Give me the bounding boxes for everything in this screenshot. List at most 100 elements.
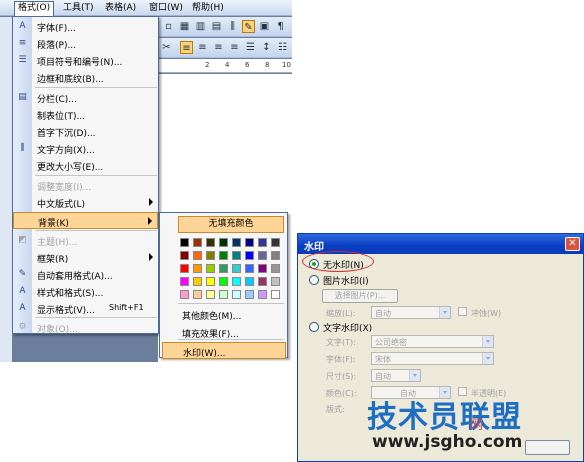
scale-select[interactable]: 自动	[371, 306, 451, 319]
color-swatch[interactable]	[245, 238, 254, 247]
format-menu-item[interactable]: A 显示格式(V)... Shift+F1	[13, 300, 158, 317]
select-picture-button[interactable]: 选择图片(P)...	[322, 289, 398, 303]
menu-table[interactable]: 表格(A)	[102, 2, 139, 15]
format-painter-icon[interactable]: ✂	[160, 41, 173, 54]
color-swatch[interactable]	[193, 238, 202, 247]
color-swatch[interactable]	[245, 277, 254, 286]
radio-picture-watermark[interactable]	[309, 275, 319, 285]
color-swatch[interactable]	[271, 277, 280, 286]
color-swatch[interactable]	[258, 238, 267, 247]
color-swatch[interactable]	[271, 238, 280, 247]
distributed-icon[interactable]: ☰	[244, 41, 257, 54]
text-direction-icon[interactable]: ⫼	[226, 20, 239, 33]
color-swatch[interactable]	[206, 238, 215, 247]
insert-icon[interactable]: ▫	[162, 20, 175, 33]
line-spacing-icon[interactable]: ↕	[260, 41, 273, 54]
size-select[interactable]: 自动	[371, 369, 421, 382]
chevron-down-icon[interactable]	[409, 370, 420, 381]
color-swatch[interactable]	[232, 264, 241, 273]
color-swatch[interactable]	[219, 264, 228, 273]
color-swatch[interactable]	[258, 251, 267, 260]
document-map-icon[interactable]: ▣	[258, 20, 271, 33]
color-swatch[interactable]	[232, 238, 241, 247]
radio-text-watermark[interactable]	[309, 322, 319, 332]
background-submenu-item[interactable]: 水印(W)...	[162, 342, 286, 359]
chevron-down-icon[interactable]	[482, 336, 493, 347]
format-menu-item-label: 字体(F)...	[37, 24, 76, 34]
color-swatch[interactable]	[271, 290, 280, 299]
color-swatch[interactable]	[245, 290, 254, 299]
horizontal-ruler[interactable]: 2 4 6 8 10	[158, 59, 292, 73]
drawing-icon[interactable]: ✎	[242, 20, 255, 33]
color-swatch[interactable]	[219, 277, 228, 286]
menu-window[interactable]: 窗口(W)	[146, 2, 186, 15]
color-swatch[interactable]	[206, 251, 215, 260]
align-left-icon[interactable]: ≡	[180, 41, 193, 54]
color-swatch[interactable]	[180, 277, 189, 286]
text-select[interactable]: 公司绝密	[371, 335, 494, 348]
numbering-icon[interactable]: ☷	[276, 41, 289, 54]
color-swatch[interactable]	[219, 238, 228, 247]
format-menu-item[interactable]: 更改大小写(E)...	[13, 157, 158, 174]
format-menu-item-label: 显示格式(V)...	[37, 306, 95, 316]
color-swatch[interactable]	[180, 264, 189, 273]
chevron-down-icon[interactable]	[482, 353, 493, 364]
color-swatch[interactable]	[271, 264, 280, 273]
format-menu-item[interactable]: A 样式和格式(S)...	[13, 283, 158, 300]
background-submenu-item[interactable]: 其他颜色(M)...	[162, 306, 286, 323]
washout-checkbox[interactable]	[458, 307, 467, 316]
color-swatch[interactable]	[193, 290, 202, 299]
color-swatch[interactable]	[219, 290, 228, 299]
close-icon[interactable]: ✕	[565, 237, 580, 251]
menu-format[interactable]: 格式(O)	[14, 1, 55, 16]
menu-tools[interactable]: 工具(T)	[60, 2, 97, 15]
chevron-down-icon[interactable]	[439, 307, 450, 318]
menu-help[interactable]: 帮助(H)	[189, 2, 227, 15]
format-menu-item[interactable]: A 字体(F)...	[13, 18, 158, 35]
color-swatch[interactable]	[258, 264, 267, 273]
color-swatch[interactable]	[232, 251, 241, 260]
color-swatch[interactable]	[245, 264, 254, 273]
color-swatch[interactable]	[258, 277, 267, 286]
table-icon[interactable]: ▦	[178, 20, 191, 33]
format-menu-item[interactable]: ☰ 项目符号和编号(N)...	[13, 52, 158, 69]
format-menu-item[interactable]: 首字下沉(D)...	[13, 123, 158, 140]
color-swatch[interactable]	[232, 290, 241, 299]
format-menu-item[interactable]: 制表位(T)...	[13, 106, 158, 123]
columns-icon[interactable]: ▤	[210, 20, 223, 33]
color-swatch[interactable]	[180, 238, 189, 247]
no-fill-color-button[interactable]: 无填充颜色	[178, 216, 284, 233]
format-menu-item[interactable]: ✎ 自动套用格式(A)...	[13, 266, 158, 283]
spreadsheet-icon[interactable]: ▥	[194, 20, 207, 33]
format-menu-item-label: 背景(K)	[38, 219, 69, 229]
ok-button[interactable]	[525, 440, 570, 455]
format-menu-item[interactable]: ▤ 分栏(C)...	[13, 89, 158, 106]
align-right-icon[interactable]: ≡	[212, 41, 225, 54]
color-swatch[interactable]	[258, 290, 267, 299]
color-swatch[interactable]	[271, 251, 280, 260]
format-menu-item[interactable]: 中文版式(L)	[13, 194, 158, 211]
color-swatch[interactable]	[206, 264, 215, 273]
color-swatch[interactable]	[180, 251, 189, 260]
show-marks-icon[interactable]: ¶	[274, 20, 287, 33]
format-menu-item[interactable]: 背景(K)	[13, 212, 158, 229]
color-swatch[interactable]	[180, 290, 189, 299]
bullets-icon: ☰	[18, 55, 27, 65]
color-swatch[interactable]	[206, 290, 215, 299]
format-menu-item[interactable]: 框架(R)	[13, 249, 158, 266]
menu-separator	[178, 303, 284, 304]
font-select[interactable]: 宋体	[371, 352, 494, 365]
format-menu-item[interactable]: ⫼ 文字方向(X)...	[13, 140, 158, 157]
format-menu-item[interactable]: ≡ 段落(P)...	[13, 35, 158, 52]
format-menu-item[interactable]: 边框和底纹(B)...	[13, 69, 158, 86]
color-swatch[interactable]	[206, 277, 215, 286]
color-swatch[interactable]	[232, 277, 241, 286]
color-label: 颜色(C):	[326, 389, 357, 398]
color-swatch[interactable]	[193, 277, 202, 286]
justify-icon[interactable]: ≡	[228, 41, 241, 54]
color-swatch[interactable]	[245, 251, 254, 260]
color-swatch[interactable]	[219, 251, 228, 260]
align-center-icon[interactable]: ≡	[196, 41, 209, 54]
color-swatch[interactable]	[193, 264, 202, 273]
color-swatch[interactable]	[193, 251, 202, 260]
